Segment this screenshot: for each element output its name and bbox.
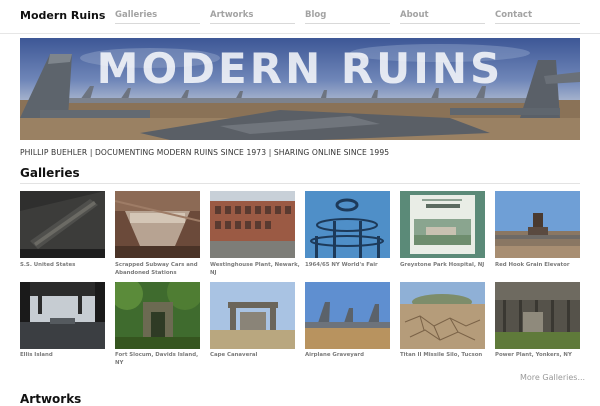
nav-artworks[interactable]: Artworks xyxy=(210,10,295,24)
turbine-hall-image xyxy=(495,282,580,349)
launch-gantry-image xyxy=(210,282,295,349)
gallery-caption-11[interactable]: Titan II Missile Silo, Tucson xyxy=(400,352,492,360)
gallery-thumb-red-hook[interactable] xyxy=(495,191,580,258)
gallery-caption-8[interactable]: Fort Slocum, Davids Island, NY xyxy=(115,352,207,367)
gallery-thumb-titan-silo[interactable] xyxy=(400,282,485,349)
hero-title: MODERN RUINS xyxy=(97,44,504,93)
gallery-thumb-fort-slocum[interactable] xyxy=(115,282,200,349)
gallery-caption-2[interactable]: Scrapped Subway Cars and Abandoned Stati… xyxy=(115,262,207,277)
bomber-tails-image xyxy=(305,282,390,349)
cracked-earth-image xyxy=(400,282,485,349)
gallery-thumb-power-plant[interactable] xyxy=(495,282,580,349)
nav-about[interactable]: About xyxy=(400,10,485,24)
gallery-thumb-greystone[interactable] xyxy=(400,191,485,258)
gallery-caption-6[interactable]: Red Hook Grain Elevator xyxy=(495,262,587,270)
grain-elevator-image xyxy=(495,191,580,258)
gallery-thumb-airplane-graveyard[interactable] xyxy=(305,282,390,349)
gallery-thumb-ss-united-states[interactable] xyxy=(20,191,105,258)
more-galleries-link[interactable]: More Galleries... xyxy=(520,373,585,382)
nav-galleries[interactable]: Galleries xyxy=(115,10,200,24)
gallery-caption-5[interactable]: Greystone Park Hospital, NJ xyxy=(400,262,492,270)
nav-blog[interactable]: Blog xyxy=(305,10,390,24)
site-brand[interactable]: Modern Ruins xyxy=(20,9,105,22)
top-nav-bar: Modern Ruins Galleries Artworks Blog Abo… xyxy=(0,0,600,34)
gallery-caption-7[interactable]: Ellis Island xyxy=(20,352,112,360)
gallery-thumb-cape-canaveral[interactable] xyxy=(210,282,295,349)
gallery-caption-9[interactable]: Cape Canaveral xyxy=(210,352,302,360)
gallery-caption-12[interactable]: Power Plant, Yonkers, NY xyxy=(495,352,587,360)
hero-banner[interactable]: MODERN RUINS xyxy=(20,38,580,140)
gallery-thumb-subway-cars[interactable] xyxy=(115,191,200,258)
gallery-thumb-ellis-island[interactable] xyxy=(20,282,105,349)
gallery-caption-1[interactable]: S.S. United States xyxy=(20,262,112,270)
subway-car-image xyxy=(115,191,200,258)
galleries-divider xyxy=(20,183,580,184)
gallery-caption-4[interactable]: 1964/65 NY World's Fair xyxy=(305,262,397,270)
tagline: PHILLIP BUEHLER | DOCUMENTING MODERN RUI… xyxy=(20,148,390,157)
book-cover-image xyxy=(400,191,485,258)
galleries-heading: Galleries xyxy=(20,166,80,180)
ship-hull-image xyxy=(20,191,105,258)
observation-towers-image xyxy=(305,191,390,258)
overgrown-ruin-image xyxy=(115,282,200,349)
hero-airplane-graveyard-image: MODERN RUINS xyxy=(20,38,580,140)
gallery-thumb-worlds-fair[interactable] xyxy=(305,191,390,258)
factory-building-image xyxy=(210,191,295,258)
gallery-caption-3[interactable]: Westinghouse Plant, Newark, NJ xyxy=(210,262,302,277)
artworks-heading: Artworks xyxy=(20,392,82,406)
gallery-thumb-westinghouse[interactable] xyxy=(210,191,295,258)
nav-contact[interactable]: Contact xyxy=(495,10,580,24)
ferry-slip-image xyxy=(20,282,105,349)
gallery-caption-10[interactable]: Airplane Graveyard xyxy=(305,352,397,360)
